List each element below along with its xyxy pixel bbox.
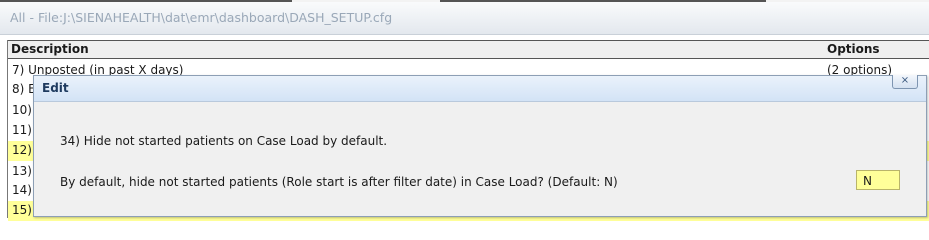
row-label: 14) — [12, 183, 32, 197]
column-header-description[interactable]: Description — [11, 42, 89, 56]
row-label: 13) — [12, 164, 32, 178]
dialog-title: Edit — [42, 81, 69, 95]
close-icon: ⨯ — [900, 75, 910, 86]
answer-field[interactable]: N — [856, 170, 900, 190]
top-strip-segment — [440, 0, 766, 2]
list-header: Description Options — [8, 40, 929, 59]
top-strip-segment — [0, 0, 292, 2]
row-label: 12) — [12, 143, 32, 157]
edit-dialog: Edit ⨯ 34) Hide not started patients on … — [33, 75, 927, 217]
close-button[interactable]: ⨯ — [892, 75, 918, 89]
dialog-titlebar: Edit ⨯ — [34, 75, 926, 102]
row-label: 10) — [12, 103, 32, 117]
setting-question: By default, hide not started patients (R… — [60, 175, 618, 189]
row-label: 11) — [12, 123, 32, 137]
column-header-options[interactable]: Options — [827, 42, 880, 56]
row-label: 15) — [12, 203, 32, 217]
window-title: All - File:J:\SIENAHEALTH\dat\emr\dashbo… — [10, 10, 393, 25]
setting-title: 34) Hide not started patients on Case Lo… — [60, 134, 388, 148]
window-titlebar: All - File:J:\SIENAHEALTH\dat\emr\dashbo… — [0, 0, 929, 35]
